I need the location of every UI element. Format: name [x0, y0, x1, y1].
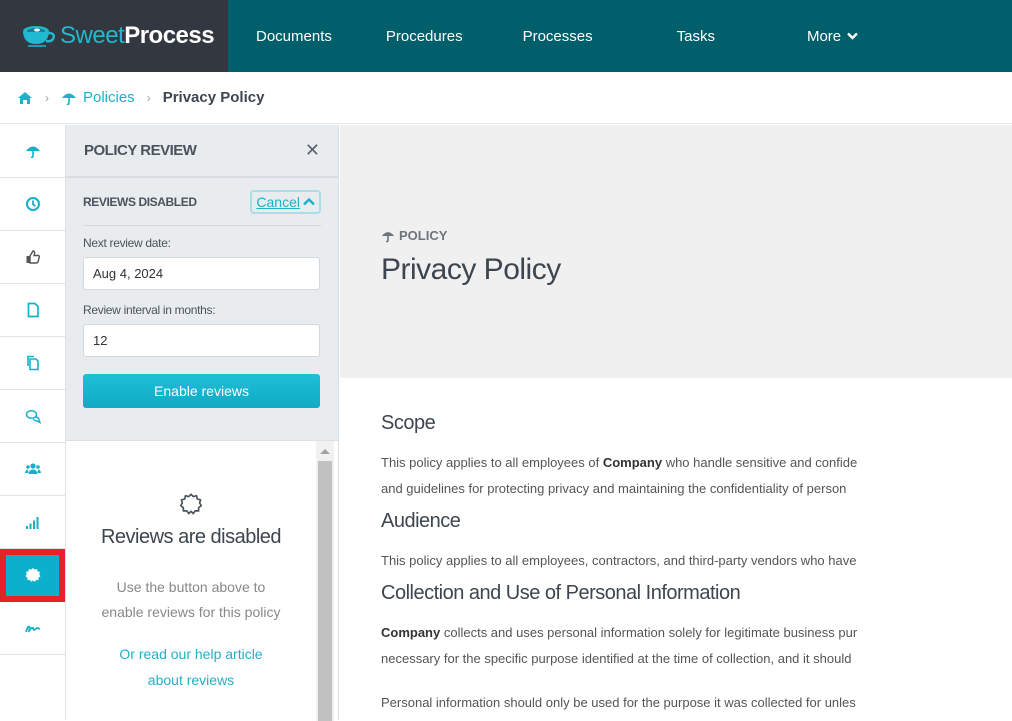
chevron-up-icon [303, 197, 315, 205]
nav-processes[interactable]: Processes [523, 28, 593, 45]
document-content: Scope This policy applies to all employe… [381, 412, 1012, 716]
nav-more[interactable]: More [806, 27, 859, 45]
paragraph-line: and guidelines for protecting privacy an… [381, 481, 847, 496]
text-run: collects and uses personal information s… [440, 625, 858, 640]
page-title: Privacy Policy [381, 253, 561, 286]
empty-state: Reviews are disabled Use the button abov… [66, 441, 316, 693]
paragraph-line: This policy applies to all employees, co… [381, 553, 857, 568]
main-nav: Documents Procedures Processes Tasks Mor… [228, 0, 859, 72]
logo[interactable]: Sweet Process [0, 0, 228, 72]
chevron-down-icon [847, 32, 859, 40]
section-paragraph: Company collects and uses personal infor… [381, 620, 1012, 716]
document-type: POLICY [381, 228, 447, 243]
section-heading: Collection and Use of Personal Informati… [381, 582, 741, 604]
cancel-label: Cancel [256, 193, 300, 210]
panel-scrollbar[interactable] [316, 441, 334, 721]
nav-procedures[interactable]: Procedures [386, 28, 463, 45]
thumbs-up-icon [26, 250, 40, 264]
nav-documents[interactable]: Documents [256, 28, 332, 45]
sidebar-item-approvals[interactable] [0, 231, 65, 284]
empty-state-description: Use the button above to enable reviews f… [66, 575, 316, 625]
logo-text-process: Process [124, 22, 215, 49]
coffee-cup-logo-icon [23, 26, 56, 47]
document-type-label: POLICY [399, 228, 448, 243]
clock-icon [25, 197, 40, 211]
paragraph-line: This policy applies to all employees of … [381, 450, 1012, 476]
sidebar-item-reviews[interactable] [0, 549, 65, 602]
interval-label: Review interval in months: [83, 303, 216, 317]
section-paragraph: This policy applies to all employees, co… [381, 548, 1012, 574]
sidebar-item-documents[interactable] [0, 284, 65, 337]
umbrella-icon [381, 231, 395, 242]
review-interval-input[interactable] [83, 324, 320, 357]
breadcrumb: › Policies › Privacy Policy [0, 72, 1012, 124]
paragraph-line: Personal information should only be used… [381, 695, 856, 710]
badge-outline-icon [66, 493, 316, 520]
empty-state-title: Reviews are disabled [100, 526, 282, 548]
next-review-label: Next review date: [83, 236, 171, 250]
home-icon[interactable] [17, 91, 33, 105]
help-article-link[interactable]: Or read our help article about reviews [66, 641, 316, 693]
company-name: Company [381, 625, 441, 640]
text-run: This policy applies to all employees of [381, 455, 603, 470]
file-icon [27, 302, 39, 318]
users-icon [24, 463, 41, 474]
breadcrumb-separator: › [146, 90, 151, 105]
paragraph-line: Company collects and uses personal infor… [381, 620, 1012, 646]
copy-icon [26, 355, 39, 371]
nav-tasks[interactable]: Tasks [677, 28, 715, 45]
panel-header: POLICY REVIEW ✕ [66, 125, 338, 178]
scroll-up-arrow-icon[interactable] [320, 449, 330, 454]
top-navbar: Sweet Process Documents Procedures Proces… [0, 0, 1012, 72]
sidebar-item-stats[interactable] [0, 496, 65, 549]
sidebar-item-signatures[interactable] [0, 602, 65, 655]
section-paragraph: This policy applies to all employees of … [381, 450, 1012, 502]
scroll-thumb[interactable] [318, 461, 332, 721]
breadcrumb-current: Privacy Policy [162, 89, 265, 106]
help-link-line: Or read our help article [119, 646, 263, 662]
help-link-line: about reviews [147, 672, 235, 688]
policy-review-panel: POLICY REVIEW ✕ REVIEWS DISABLED Cancel … [66, 125, 339, 721]
enable-reviews-button[interactable]: Enable reviews [83, 374, 320, 408]
sidebar-icon-column [0, 125, 66, 720]
breadcrumb-policies-label: Policies [83, 89, 135, 106]
empty-desc-line: enable reviews for this policy [101, 604, 281, 620]
next-review-date-input[interactable] [83, 257, 320, 290]
empty-desc-line: Use the button above to [116, 579, 266, 595]
panel-body: Reviews are disabled Use the button abov… [66, 440, 338, 721]
cancel-button[interactable]: Cancel [250, 189, 321, 214]
document-header: POLICY Privacy Policy [340, 125, 1012, 378]
section-heading: Scope [381, 412, 436, 434]
sidebar-item-team[interactable] [0, 443, 65, 496]
breadcrumb-separator: › [45, 90, 49, 105]
text-run: who handle sensitive and confide [662, 455, 858, 470]
sidebar-item-comments[interactable] [0, 390, 65, 443]
comments-icon [25, 409, 41, 424]
umbrella-icon [25, 146, 40, 159]
review-status-label: REVIEWS DISABLED [83, 194, 197, 209]
signal-icon [25, 517, 38, 529]
logo-text-sweet: Sweet [60, 22, 125, 49]
section-heading: Audience [381, 510, 461, 532]
sidebar-item-history[interactable] [0, 178, 65, 231]
sidebar-item-copies[interactable] [0, 337, 65, 390]
close-icon[interactable]: ✕ [305, 140, 320, 161]
review-status-row: REVIEWS DISABLED Cancel [83, 178, 321, 226]
breadcrumb-policies[interactable]: Policies [61, 89, 135, 106]
sidebar-item-policy[interactable] [0, 125, 65, 178]
company-name: Company [602, 455, 663, 470]
umbrella-icon [62, 93, 76, 105]
signature-icon [24, 625, 40, 633]
panel-title: POLICY REVIEW [84, 142, 197, 159]
badge-icon [25, 568, 40, 582]
nav-more-label: More [806, 27, 842, 45]
paragraph-line: necessary for the specific purpose ident… [381, 651, 852, 666]
